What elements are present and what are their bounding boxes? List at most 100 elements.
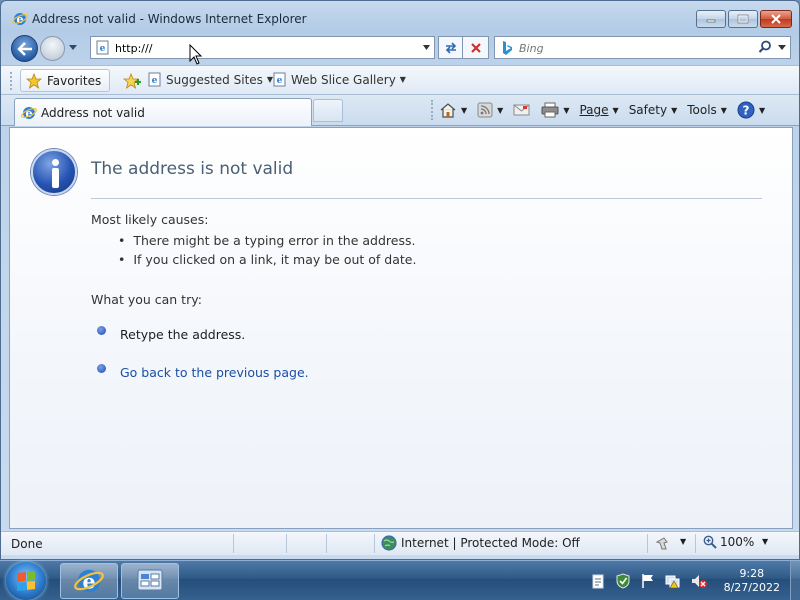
window-title: Address not valid - Windows Internet Exp…: [32, 12, 307, 26]
clock[interactable]: 9:28 8/27/2022: [724, 567, 780, 595]
add-to-favorites-icon[interactable]: [123, 73, 141, 89]
status-text: Done: [11, 537, 43, 551]
chevron-down-icon: ▼: [671, 105, 678, 115]
favorites-label: Favorites: [47, 73, 102, 88]
chevron-down-icon: ▼: [720, 105, 727, 115]
toolbar-grip[interactable]: [10, 72, 13, 90]
close-icon: [771, 14, 781, 24]
divider: [91, 198, 762, 199]
address-bar[interactable]: e: [90, 36, 435, 59]
chevron-down-icon: ▼: [758, 105, 766, 115]
show-desktop-button[interactable]: [790, 561, 800, 600]
favorites-bar: Favorites e Suggested Sites ▼ e Web Slic…: [1, 65, 799, 95]
search-input[interactable]: [519, 40, 749, 56]
safety-menu[interactable]: Safety ▼: [629, 103, 678, 117]
tab-address-not-valid[interactable]: e Address not valid: [14, 98, 312, 126]
rss-feed-icon: [477, 102, 493, 118]
taskbar: e 9:28 8/27/2022: [0, 560, 800, 600]
volume-muted-icon[interactable]: [690, 573, 708, 589]
mail-icon: [513, 104, 530, 116]
favorites-button[interactable]: Favorites: [20, 69, 111, 92]
chevron-down-icon[interactable]: [422, 44, 431, 51]
tools-menu[interactable]: Tools ▼: [687, 103, 727, 117]
system-tray: 9:28 8/27/2022: [586, 561, 800, 600]
star-icon: [26, 72, 42, 89]
bing-logo-icon: [503, 41, 512, 55]
ie-page-icon: e: [148, 72, 161, 87]
home-button[interactable]: ▼: [439, 102, 467, 118]
try-label: What you can try:: [91, 292, 202, 307]
taskbar-ie-button[interactable]: e: [60, 563, 118, 599]
help-button[interactable]: ? ▼: [737, 101, 765, 119]
mouse-cursor-icon: [189, 44, 203, 65]
list-item: If you clicked on a link, it may be out …: [118, 252, 416, 271]
popup-blocker-icon[interactable]: [656, 536, 672, 552]
chevron-down-icon[interactable]: ▼: [762, 537, 768, 546]
maximize-button[interactable]: [728, 10, 758, 28]
chevron-down-icon[interactable]: [778, 45, 786, 51]
ie-logo-icon: e: [74, 570, 104, 594]
tab-bar: e Address not valid ▼ ▼ ▼ Page ▼ Safety …: [1, 95, 799, 126]
command-bar: ▼ ▼ ▼ Page ▼ Safety ▼ Tools ▼ ? ▼: [431, 99, 775, 121]
svg-text:e: e: [277, 76, 283, 86]
favorites-item-web-slice-gallery[interactable]: e Web Slice Gallery ▼: [272, 72, 406, 87]
recent-pages-dropdown-icon[interactable]: [68, 43, 78, 51]
address-input[interactable]: [115, 40, 415, 56]
read-mail-button[interactable]: [513, 103, 531, 117]
causes-label: Most likely causes:: [91, 212, 209, 227]
clock-date: 8/27/2022: [723, 581, 780, 594]
maximize-icon: [737, 14, 749, 24]
ie-logo-icon: e: [21, 106, 37, 120]
go-back-link[interactable]: Go back to the previous page.: [120, 365, 309, 380]
search-icon[interactable]: [758, 40, 772, 54]
chevron-down-icon[interactable]: ▼: [680, 537, 686, 546]
zoom-icon: [703, 535, 717, 549]
svg-text:e: e: [100, 44, 106, 54]
ie-logo-icon: e: [12, 13, 28, 26]
navigation-bar: e: [1, 35, 799, 65]
close-button[interactable]: [760, 10, 792, 28]
start-button[interactable]: [6, 562, 46, 600]
svg-text:e: e: [152, 76, 158, 86]
bullet-icon: [97, 326, 106, 335]
favorites-item-suggested-sites[interactable]: e Suggested Sites ▼: [147, 72, 273, 87]
windows-logo-icon: [17, 571, 35, 591]
minimize-button[interactable]: [696, 10, 726, 28]
chevron-down-icon[interactable]: ▼: [461, 106, 467, 115]
chevron-down-icon[interactable]: ▼: [497, 106, 503, 115]
toolbar-grip: [431, 100, 433, 120]
info-icon: [31, 149, 77, 195]
security-zone[interactable]: Internet | Protected Mode: Off: [381, 535, 580, 551]
action-center-flag-icon[interactable]: [640, 573, 656, 589]
clipboard-icon[interactable]: [590, 573, 606, 589]
print-button[interactable]: ▼: [541, 102, 569, 118]
search-box[interactable]: [494, 36, 791, 59]
svg-text:?: ?: [742, 104, 749, 118]
taskbar-app-button[interactable]: [121, 563, 179, 599]
refresh-button[interactable]: [438, 36, 463, 59]
control-panel-icon: [137, 569, 163, 591]
help-icon: ?: [737, 101, 755, 119]
status-bar: Done Internet | Protected Mode: Off ▼ 10…: [1, 531, 799, 555]
globe-icon: [381, 535, 397, 551]
stop-button[interactable]: [462, 36, 489, 59]
refresh-icon: [445, 41, 456, 54]
feeds-button[interactable]: ▼: [477, 102, 503, 118]
stop-icon: [470, 42, 481, 53]
home-icon: [440, 103, 456, 118]
chevron-down-icon: ▼: [399, 75, 406, 84]
minimize-icon: [706, 19, 716, 23]
ie-page-icon: e: [273, 72, 286, 87]
page-menu[interactable]: Page ▼: [579, 103, 618, 117]
back-button[interactable]: [11, 35, 38, 62]
retype-address-item: Retype the address.: [97, 326, 245, 342]
chevron-down-icon[interactable]: ▼: [563, 106, 569, 115]
zoom-control[interactable]: 100%: [703, 535, 754, 549]
network-warning-icon[interactable]: [664, 573, 682, 589]
go-back-item[interactable]: Go back to the previous page.: [97, 364, 309, 380]
security-shield-icon[interactable]: [614, 573, 632, 589]
forward-button[interactable]: [40, 36, 65, 61]
arrow-left-icon: [16, 41, 32, 56]
new-tab-button[interactable]: [313, 99, 343, 122]
page-content: The address is not valid Most likely cau…: [9, 127, 793, 529]
